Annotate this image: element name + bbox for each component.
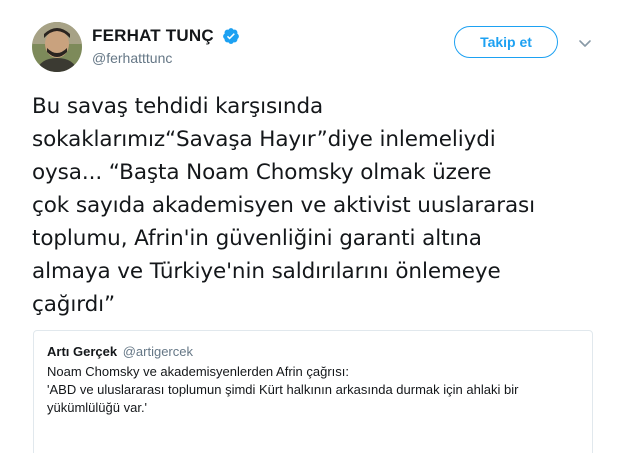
verified-badge-icon bbox=[223, 28, 240, 44]
follow-button[interactable]: Takip et bbox=[454, 26, 558, 58]
author-display-name[interactable]: FERHAT TUNÇ bbox=[92, 26, 214, 46]
tweet-text-line: çağırdı” bbox=[32, 292, 116, 317]
tweet-card: FERHAT TUNÇ @ferhatttunc Takip et Bu sav… bbox=[0, 0, 628, 453]
user-avatar-photo-icon bbox=[32, 22, 82, 72]
quoted-display-name: Artı Gerçek bbox=[47, 344, 118, 359]
tweet-text-line: çok sayıda akademisyen ve aktivist uusla… bbox=[32, 193, 536, 218]
quoted-text-line: Noam Chomsky ve akademisyenlerden Afrin … bbox=[47, 364, 350, 379]
quoted-text-line: yükümlülüğü var.' bbox=[47, 400, 148, 415]
tweet-header: FERHAT TUNÇ @ferhatttunc Takip et bbox=[32, 22, 602, 74]
quoted-tweet-author: Artı Gerçek @artigercek bbox=[47, 343, 579, 361]
tweet-text: Bu savaş tehdidi karşısında sokaklarımız… bbox=[32, 90, 602, 321]
quoted-screen-name: @artigercek bbox=[122, 344, 193, 359]
tweet-text-line: sokaklarımız“Savaşa Hayır”diye inlemeliy… bbox=[32, 127, 496, 152]
tweet-text-line: almaya ve Türkiye'nin saldırılarını önle… bbox=[32, 259, 501, 284]
author-names: FERHAT TUNÇ @ferhatttunc bbox=[92, 26, 240, 66]
quoted-text-line: 'ABD ve uluslararası toplumun şimdi Kürt… bbox=[47, 382, 519, 397]
avatar[interactable] bbox=[32, 22, 82, 72]
quoted-tweet[interactable]: Artı Gerçek @artigercek Noam Chomsky ve … bbox=[33, 330, 593, 453]
chevron-down-icon[interactable] bbox=[576, 34, 594, 52]
quoted-tweet-text: Noam Chomsky ve akademisyenlerden Afrin … bbox=[47, 363, 579, 417]
tweet-text-line: oysa... “Başta Noam Chomsky olmak üzere bbox=[32, 160, 492, 185]
author-screen-name[interactable]: @ferhatttunc bbox=[92, 50, 240, 66]
tweet-text-line: Bu savaş tehdidi karşısında bbox=[32, 94, 324, 119]
tweet-text-line: toplumu, Afrin'in güvenliğini garanti al… bbox=[32, 226, 482, 251]
